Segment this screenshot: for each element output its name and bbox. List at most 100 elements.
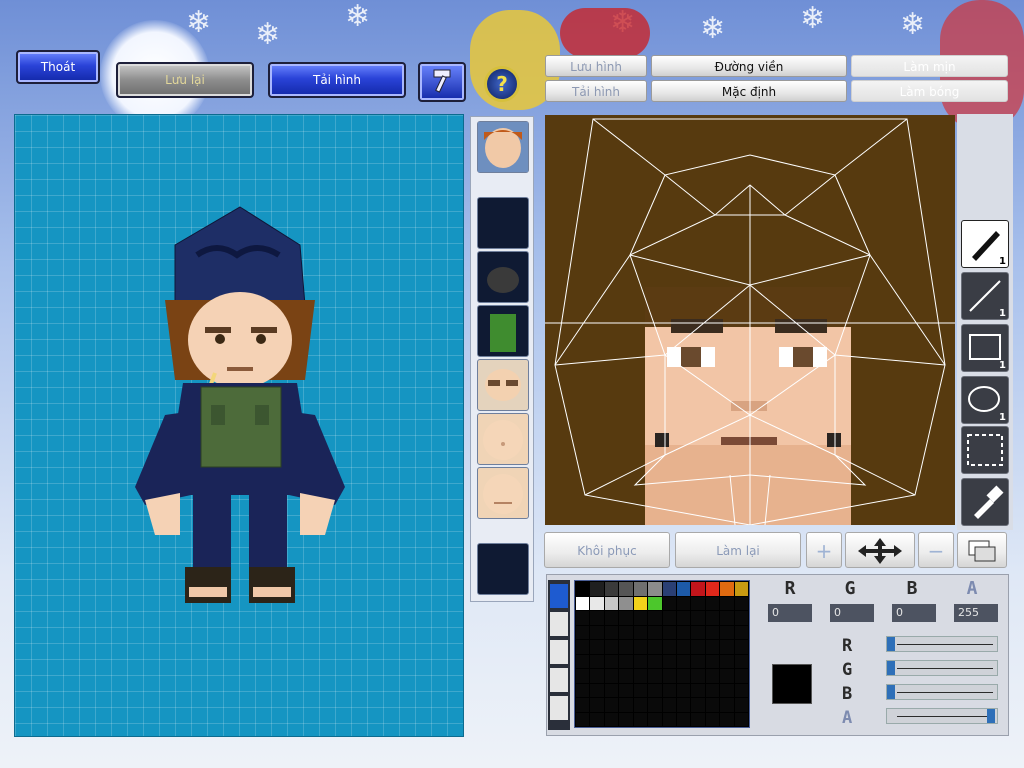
select-tool[interactable]: [961, 426, 1009, 474]
palette-color-cell[interactable]: [705, 611, 720, 625]
a-value-field[interactable]: 255: [954, 604, 998, 622]
slider-knob[interactable]: [987, 709, 995, 723]
palette-color-cell[interactable]: [633, 582, 648, 596]
move-button[interactable]: [845, 532, 915, 568]
palette-color-cell[interactable]: [576, 698, 590, 712]
eyedropper-tool[interactable]: [961, 478, 1009, 526]
palette-color-cell[interactable]: [604, 640, 619, 654]
palette-color-cell[interactable]: [590, 683, 604, 697]
palette-color-cell[interactable]: [604, 712, 619, 726]
palette-color-cell[interactable]: [619, 712, 633, 726]
palette-color-cell[interactable]: [662, 582, 676, 596]
palette-color-cell[interactable]: [619, 625, 633, 639]
g-slider[interactable]: [886, 660, 998, 676]
character-preview[interactable]: [14, 114, 464, 737]
palette-color-cell[interactable]: [662, 683, 676, 697]
palette-color-cell[interactable]: [705, 582, 720, 596]
palette-color-cell[interactable]: [691, 596, 705, 610]
palette-color-cell[interactable]: [662, 625, 676, 639]
g-value-field[interactable]: 0: [830, 604, 874, 622]
palette-color-cell[interactable]: [604, 654, 619, 668]
palette-color-cell[interactable]: [590, 625, 604, 639]
part-slot-hat[interactable]: [477, 251, 529, 303]
palette-color-cell[interactable]: [619, 596, 633, 610]
part-slot-eyes[interactable]: [477, 359, 529, 411]
palette-color-cell[interactable]: [676, 669, 691, 683]
palette-color-cell[interactable]: [734, 640, 748, 654]
palette-color-cell[interactable]: [604, 582, 619, 596]
palette-color-cell[interactable]: [720, 640, 734, 654]
palette-color-cell[interactable]: [633, 625, 648, 639]
palette-color-cell[interactable]: [676, 683, 691, 697]
palette-color-cell[interactable]: [676, 654, 691, 668]
palette-color-cell[interactable]: [648, 611, 662, 625]
palette-tab-4[interactable]: [550, 668, 568, 692]
zoom-out-button[interactable]: −: [918, 532, 954, 568]
part-slot-empty-2[interactable]: [477, 543, 529, 595]
palette-color-cell[interactable]: [734, 582, 748, 596]
palette-color-cell[interactable]: [576, 596, 590, 610]
palette-color-cell[interactable]: [734, 654, 748, 668]
palette-color-cell[interactable]: [604, 625, 619, 639]
palette-color-cell[interactable]: [619, 611, 633, 625]
palette-color-cell[interactable]: [691, 640, 705, 654]
palette-color-cell[interactable]: [691, 625, 705, 639]
part-slot-jacket[interactable]: [477, 305, 529, 357]
palette-color-cell[interactable]: [576, 654, 590, 668]
palette-color-cell[interactable]: [648, 669, 662, 683]
palette-color-cell[interactable]: [676, 611, 691, 625]
palette-color-cell[interactable]: [720, 654, 734, 668]
palette-color-cell[interactable]: [633, 712, 648, 726]
palette-color-cell[interactable]: [705, 712, 720, 726]
palette-tab-3[interactable]: [550, 640, 568, 664]
palette-color-cell[interactable]: [662, 611, 676, 625]
palette-color-cell[interactable]: [590, 712, 604, 726]
palette-color-cell[interactable]: [720, 683, 734, 697]
color-palette[interactable]: [574, 580, 750, 728]
palette-color-cell[interactable]: [590, 582, 604, 596]
palette-color-cell[interactable]: [676, 640, 691, 654]
palette-color-cell[interactable]: [662, 698, 676, 712]
palette-color-cell[interactable]: [705, 698, 720, 712]
slider-knob[interactable]: [887, 661, 895, 675]
palette-color-cell[interactable]: [648, 640, 662, 654]
palette-color-cell[interactable]: [705, 640, 720, 654]
palette-color-cell[interactable]: [720, 582, 734, 596]
tab-default[interactable]: Mặc định: [651, 80, 847, 102]
palette-color-cell[interactable]: [691, 669, 705, 683]
palette-color-cell[interactable]: [619, 582, 633, 596]
palette-color-cell[interactable]: [734, 611, 748, 625]
palette-color-cell[interactable]: [633, 611, 648, 625]
palette-color-cell[interactable]: [604, 698, 619, 712]
layer-button[interactable]: [957, 532, 1007, 568]
palette-color-cell[interactable]: [705, 596, 720, 610]
palette-color-cell[interactable]: [633, 698, 648, 712]
palette-color-cell[interactable]: [691, 698, 705, 712]
exit-button[interactable]: Thoát: [16, 50, 100, 84]
palette-color-cell[interactable]: [691, 582, 705, 596]
palette-color-cell[interactable]: [734, 698, 748, 712]
palette-color-cell[interactable]: [662, 712, 676, 726]
palette-color-cell[interactable]: [691, 683, 705, 697]
palette-color-cell[interactable]: [619, 669, 633, 683]
line-tool[interactable]: 1: [961, 272, 1009, 320]
reload-button[interactable]: Tải hình: [268, 62, 406, 98]
palette-color-cell[interactable]: [720, 625, 734, 639]
palette-color-cell[interactable]: [633, 654, 648, 668]
palette-color-cell[interactable]: [648, 654, 662, 668]
ellipse-tool[interactable]: 1: [961, 376, 1009, 424]
palette-color-cell[interactable]: [576, 611, 590, 625]
palette-color-cell[interactable]: [576, 625, 590, 639]
palette-color-cell[interactable]: [676, 596, 691, 610]
palette-color-cell[interactable]: [648, 712, 662, 726]
brush-tool[interactable]: 1: [961, 220, 1009, 268]
palette-color-cell[interactable]: [590, 654, 604, 668]
palette-color-cell[interactable]: [705, 625, 720, 639]
palette-color-cell[interactable]: [619, 698, 633, 712]
palette-color-cell[interactable]: [662, 669, 676, 683]
slider-knob[interactable]: [887, 685, 895, 699]
palette-color-cell[interactable]: [619, 640, 633, 654]
palette-color-cell[interactable]: [619, 654, 633, 668]
zoom-in-button[interactable]: +: [806, 532, 842, 568]
redo-button[interactable]: Làm lại: [675, 532, 801, 568]
